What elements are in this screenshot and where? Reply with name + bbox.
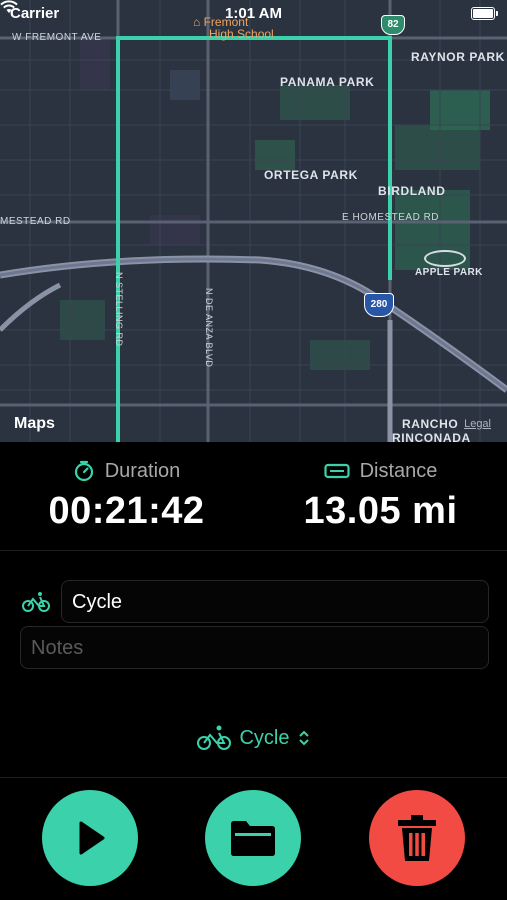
ruler-icon xyxy=(323,463,350,479)
distance-label: Distance xyxy=(359,459,438,482)
map-label-de-anza-blvd: N DE ANZA BLVD xyxy=(204,288,214,368)
school-icon: ⌂ xyxy=(193,15,201,29)
trash-icon xyxy=(398,815,436,861)
highway-82-shield: 82 xyxy=(381,15,405,35)
map-label-homestead-rd-east: E HOMESTEAD RD xyxy=(342,212,440,223)
distance-value: 13.05 mi xyxy=(303,490,458,532)
map-label-fremont-high: ⌂ Fremont High School xyxy=(193,16,274,40)
open-folder-button[interactable] xyxy=(205,790,301,886)
maps-logo-text: Maps xyxy=(14,415,55,432)
maps-logo: Maps xyxy=(14,415,55,433)
duration-label: Duration xyxy=(104,459,181,482)
map-label-rancho-line2: RINCONADA xyxy=(392,431,471,442)
map-label-raynor-park: RAYNOR PARK xyxy=(411,50,505,64)
duration-stat: Duration 00:21:42 xyxy=(0,458,253,533)
legal-link[interactable]: Legal xyxy=(464,418,491,430)
play-icon xyxy=(79,821,105,855)
bicycle-icon xyxy=(22,592,50,612)
workout-name-field[interactable]: Cycle xyxy=(61,580,489,623)
school-name-line2: High School xyxy=(209,27,274,41)
map-label-homestead-rd-west: MESTEAD RD xyxy=(0,216,71,227)
map-label-w-fremont-ave: W FREMONT AVE xyxy=(12,32,102,43)
activity-type-picker[interactable]: Cycle xyxy=(0,722,507,754)
apple-park-icon xyxy=(424,250,466,267)
folder-icon xyxy=(231,821,275,856)
map-label-rancho-line1: RANCHO xyxy=(402,417,459,431)
chevron-up-down-icon xyxy=(298,730,309,746)
start-button[interactable] xyxy=(42,790,138,886)
workout-stats: Duration 00:21:42 Distance 13.05 mi xyxy=(0,442,507,551)
cyclist-icon xyxy=(197,725,232,750)
route-map[interactable]: Carrier 1:01 AM W FREMONT AVE ⌂ Fremont … xyxy=(0,0,507,442)
map-label-panama-park: PANAMA PARK xyxy=(280,75,375,89)
activity-type-label: Cycle xyxy=(239,726,290,749)
notes-placeholder: Notes xyxy=(31,637,84,659)
divider xyxy=(0,777,507,778)
workout-name-value: Cycle xyxy=(72,591,123,613)
notes-field[interactable]: Notes xyxy=(20,626,489,669)
distance-stat: Distance 13.05 mi xyxy=(254,458,507,533)
stopwatch-icon xyxy=(74,460,93,482)
map-label-birdland: BIRDLAND xyxy=(378,184,446,198)
map-label-apple-park: APPLE PARK xyxy=(415,267,483,278)
battery-icon xyxy=(471,7,498,20)
duration-value: 00:21:42 xyxy=(48,490,205,532)
delete-button[interactable] xyxy=(369,790,465,886)
map-label-ortega-park: ORTEGA PARK xyxy=(264,168,358,182)
map-label-stelling-rd: N STELLING RD xyxy=(114,272,124,347)
highway-280-shield: 280 xyxy=(364,293,394,317)
